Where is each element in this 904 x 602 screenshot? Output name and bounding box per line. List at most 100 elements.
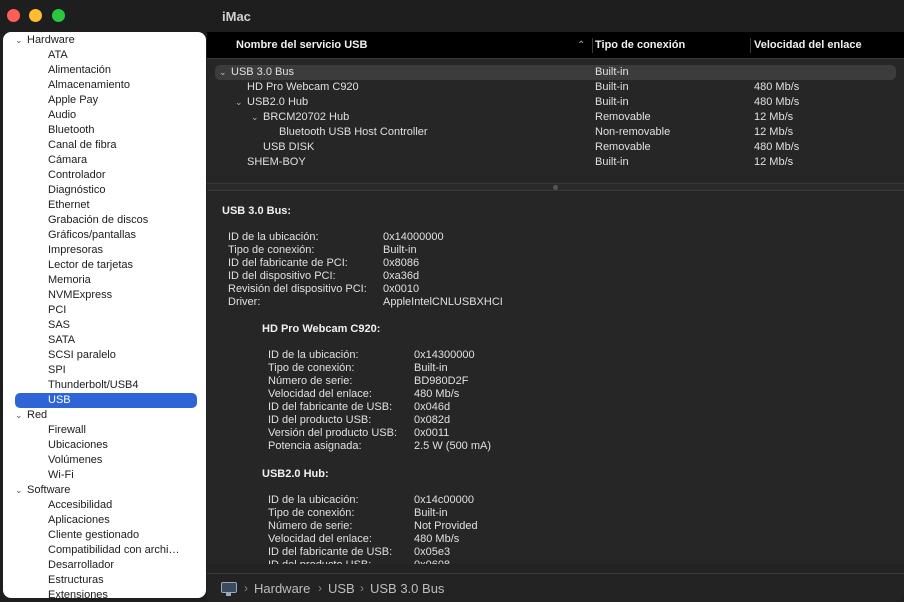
sidebar-item-aplicaciones[interactable]: Aplicaciones (48, 513, 110, 528)
table-row[interactable]: ⌄ USB 3.0 Bus Built-in (215, 65, 896, 80)
sidebar-item-desarrollador[interactable]: Desarrollador (48, 558, 114, 573)
sidebar-item-apple-pay[interactable]: Apple Pay (48, 93, 98, 108)
connection-type-cell: Built-in (595, 66, 629, 78)
sidebar-item-accesibilidad[interactable]: Accesibilidad (48, 498, 112, 513)
property-label: ID del dispositivo PCI: (228, 270, 336, 282)
usb-device-tree: ⌄ USB 3.0 Bus Built-in HD Pro Webcam C920 Bu… (207, 59, 904, 183)
property-value: 0x0608 (414, 559, 450, 564)
sidebar-item-canal-de-fibra[interactable]: Canal de fibra (48, 138, 117, 153)
sidebar-item-impresoras[interactable]: Impresoras (48, 243, 103, 258)
property-label: Tipo de conexión: (268, 362, 355, 374)
chevron-down-icon[interactable]: ⌄ (251, 110, 263, 125)
link-speed-cell: 12 Mb/s (754, 156, 794, 168)
zoom-window-button[interactable] (52, 9, 65, 22)
sidebar-item-camara[interactable]: Cámara (48, 153, 87, 168)
property-label: Driver: (228, 296, 261, 308)
sidebar-item-estructuras[interactable]: Estructuras (48, 573, 104, 588)
split-view-divider[interactable] (207, 183, 904, 191)
sidebar-item-compatibilidad-con-archi[interactable]: Compatibilidad con archi… (48, 543, 179, 558)
link-speed-cell: 480 Mb/s (754, 141, 800, 153)
chevron-down-icon[interactable]: ⌄ (15, 483, 27, 498)
minimize-window-button[interactable] (29, 9, 42, 22)
property-label: ID del fabricante de USB: (268, 401, 393, 413)
sidebar-item-cliente-gestionado[interactable]: Cliente gestionado (48, 528, 139, 543)
sidebar-item-controlador[interactable]: Controlador (48, 168, 105, 183)
sidebar-item-extensiones[interactable]: Extensiones (48, 588, 108, 598)
property-label: Tipo de conexión: (228, 244, 315, 256)
table-row[interactable]: USB DISK Removable 480 Mb/s (215, 140, 896, 155)
sidebar-group-label: Red (27, 409, 48, 421)
sidebar-item-almacenamiento[interactable]: Almacenamiento (48, 78, 130, 93)
sidebar: ⌄ Hardware ATA Alimentación Almacenamiento Ap… (3, 32, 206, 598)
table-header: Nombre del servicio USB ⌃ Tipo de conexi… (207, 32, 904, 59)
title-bar: iMac (0, 0, 904, 32)
column-header-speed[interactable]: Velocidad del enlace (754, 32, 862, 59)
sidebar-item-sata[interactable]: SATA (48, 333, 75, 348)
sidebar-item-audio[interactable]: Audio (48, 108, 76, 123)
property-label: Número de serie: (268, 375, 353, 387)
sidebar-item-spi[interactable]: SPI (48, 363, 66, 378)
connection-type-cell: Built-in (595, 81, 629, 93)
table-row[interactable]: ⌄ BRCM20702 Hub Removable 12 Mb/s (215, 110, 896, 125)
sidebar-item-firewall[interactable]: Firewall (48, 423, 86, 438)
device-name: BRCM20702 Hub (263, 111, 350, 123)
column-divider (750, 38, 751, 53)
table-row[interactable]: ⌄ USB2.0 Hub Built-in 480 Mb/s (215, 95, 896, 110)
property-value: 0x05e3 (414, 546, 451, 558)
link-speed-cell: 480 Mb/s (754, 96, 800, 108)
column-header-name[interactable]: Nombre del servicio USB (236, 32, 367, 59)
chevron-down-icon[interactable]: ⌄ (219, 65, 231, 80)
connection-type-cell: Built-in (595, 96, 629, 108)
sidebar-item-ata[interactable]: ATA (48, 48, 68, 63)
column-header-type[interactable]: Tipo de conexión (595, 32, 685, 59)
chevron-down-icon[interactable]: ⌄ (15, 408, 27, 423)
sidebar-item-memoria[interactable]: Memoria (48, 273, 91, 288)
device-name: Bluetooth USB Host Controller (279, 126, 428, 138)
sidebar-item-graficos-pantallas[interactable]: Gráficos/pantallas (48, 228, 136, 243)
sidebar-item-sas[interactable]: SAS (48, 318, 70, 333)
sidebar-item-diagnostico[interactable]: Diagnóstico (48, 183, 105, 198)
window-title: iMac (222, 9, 251, 24)
sidebar-item-grabacion-de-discos[interactable]: Grabación de discos (48, 213, 148, 228)
property-label: Versión del producto USB: (268, 427, 398, 439)
chevron-right-icon: › (360, 581, 364, 595)
table-row[interactable]: HD Pro Webcam C920 Built-in 480 Mb/s (215, 80, 896, 95)
sidebar-group-software[interactable]: ⌄ Software (15, 483, 70, 498)
sidebar-group-red[interactable]: ⌄ Red (15, 408, 47, 423)
sidebar-item-scsi-paralelo[interactable]: SCSI paralelo (48, 348, 116, 363)
sidebar-item-wi-fi[interactable]: Wi-Fi (48, 468, 74, 483)
sidebar-item-pci[interactable]: PCI (48, 303, 66, 318)
property-value: 2.5 W (500 mA) (414, 440, 492, 452)
property-label: ID de la ubicación: (268, 349, 359, 361)
property-label: Revisión del dispositivo PCI: (228, 283, 367, 295)
divider-handle-icon (553, 185, 558, 190)
connection-type-cell: Removable (595, 111, 651, 123)
sidebar-item-ethernet[interactable]: Ethernet (48, 198, 90, 213)
chevron-right-icon: › (244, 581, 248, 595)
property-value: 0x0011 (414, 427, 450, 439)
sidebar-item-nvmexpress[interactable]: NVMExpress (48, 288, 112, 303)
chevron-down-icon[interactable]: ⌄ (15, 33, 27, 48)
sidebar-item-bluetooth[interactable]: Bluetooth (48, 123, 94, 138)
property-value: 0x14c00000 (414, 494, 474, 506)
sidebar-group-hardware[interactable]: ⌄ Hardware (15, 33, 75, 48)
sort-ascending-icon: ⌃ (577, 40, 586, 51)
path-item-hardware[interactable]: Hardware (254, 574, 310, 602)
connection-type-cell: Removable (595, 141, 651, 153)
sidebar-item-thunderbolt-usb4[interactable]: Thunderbolt/USB4 (48, 378, 139, 393)
chevron-down-icon[interactable]: ⌄ (235, 95, 247, 110)
property-label: ID del fabricante de USB: (268, 546, 393, 558)
table-row[interactable]: Bluetooth USB Host Controller Non-removab… (215, 125, 896, 140)
sidebar-item-alimentacion[interactable]: Alimentación (48, 63, 111, 78)
sidebar-item-lector-de-tarjetas[interactable]: Lector de tarjetas (48, 258, 133, 273)
sidebar-item-label: USB (48, 394, 71, 406)
property-value: 0x8086 (383, 257, 420, 269)
sidebar-item-ubicaciones[interactable]: Ubicaciones (48, 438, 108, 453)
path-item-usb-3-bus[interactable]: USB 3.0 Bus (370, 574, 444, 602)
path-item-usb[interactable]: USB (328, 574, 355, 602)
sidebar-item-usb[interactable]: USB (15, 393, 197, 408)
table-row[interactable]: SHEM-BOY Built-in 12 Mb/s (215, 155, 896, 170)
device-name: USB DISK (263, 141, 315, 153)
close-window-button[interactable] (7, 9, 20, 22)
sidebar-item-volumenes[interactable]: Volúmenes (48, 453, 102, 468)
